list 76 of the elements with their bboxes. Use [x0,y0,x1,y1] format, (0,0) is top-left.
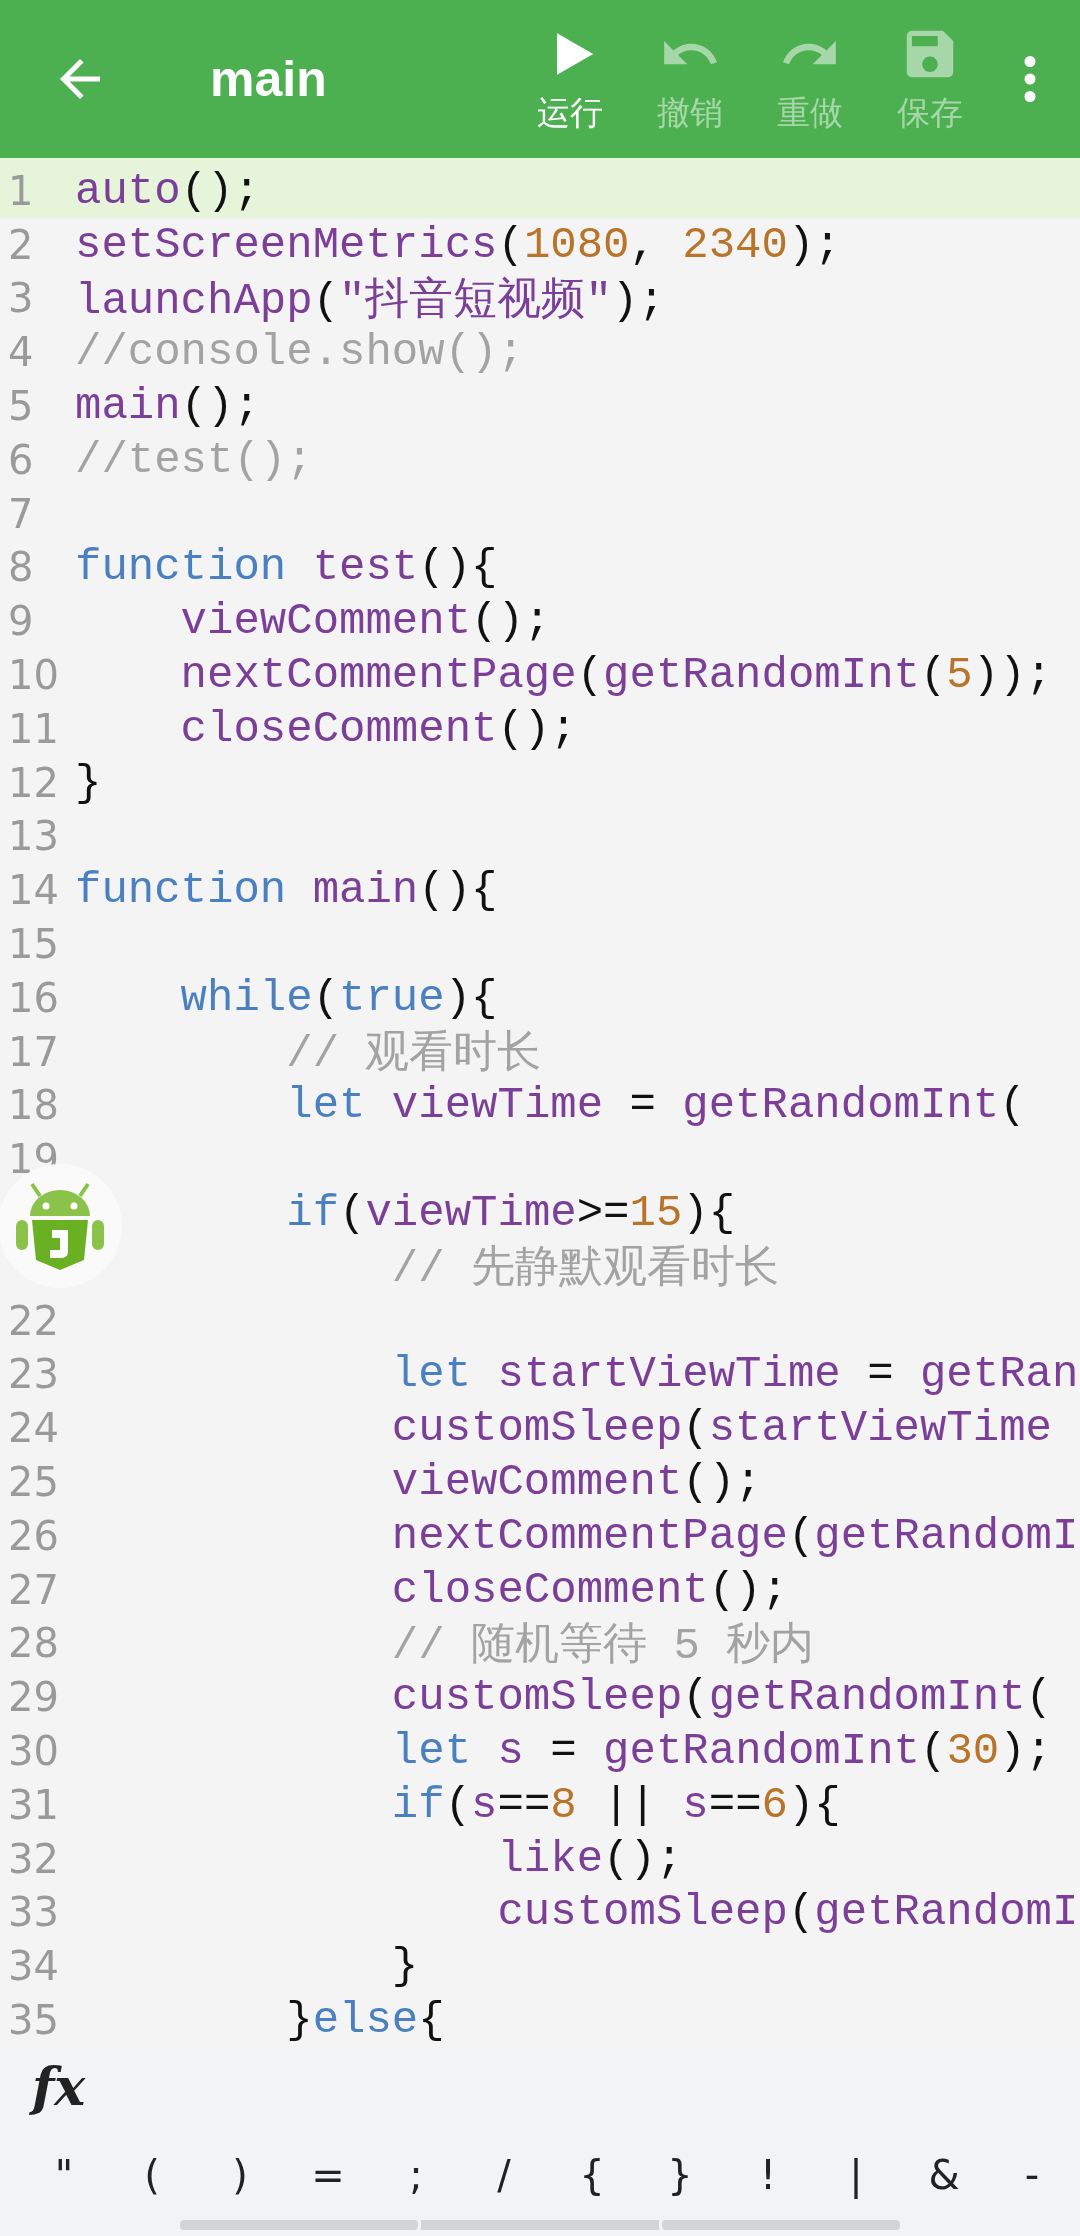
line-number: 8 [7,544,35,591]
code-text: main(); [75,381,260,432]
line-number: 12 [7,759,60,806]
symbol-key[interactable]: } [636,2152,724,2198]
code-text: customSleep(getRandomInt( [390,1672,1052,1723]
line-number: 31 [7,1781,60,1828]
code-text: // 随机等待 5 秒内 [390,1619,815,1673]
code-text: function test(){ [75,542,498,593]
line-number: 35 [7,1997,60,2043]
line-number: 13 [7,813,60,860]
line-number: 34 [7,1943,60,1990]
symbol-key[interactable]: { [548,2152,636,2198]
symbol-key[interactable]: ) [196,2152,284,2198]
line-number: 9 [7,598,35,645]
line-number: 6 [7,436,35,483]
symbol-key[interactable]: " [20,2152,108,2198]
code-text: let viewTime = getRandomInt( [285,1080,1026,1131]
line-number: 24 [7,1405,60,1452]
code-text: viewComment(); [390,1457,762,1507]
code-text: customSleep(getRandomI [496,1887,1079,1938]
code-text: like(); [496,1833,683,1884]
code-text: // 观看时长 [285,1028,542,1082]
code-text: //test(); [75,434,313,485]
code-text: // 先静默观看时长 [390,1243,780,1297]
line-number: 18 [7,1082,60,1129]
line-number: 2 [7,221,35,268]
code-text: launchApp("抖音短视频"); [75,275,665,328]
line-number: 10 [7,652,60,699]
code-text: }else{ [285,1995,445,2045]
line-number: 3 [7,275,35,322]
line-number: 11 [7,705,60,752]
code-text: } [75,757,102,808]
line-number: 26 [7,1512,60,1559]
code-text: } [390,1941,419,1992]
code-text: closeComment(); [390,1564,788,1615]
function-button[interactable]: fx [28,2056,90,2117]
code-text: //console.show(); [75,327,524,378]
code-text: nextCommentPage(getRandomInt(5)); [179,650,1052,701]
line-number: 7 [7,490,35,537]
code-text: customSleep(startViewTime [390,1403,1052,1454]
code-text: closeComment(); [179,703,577,754]
code-text: setScreenMetrics(1080, 2340); [75,219,841,270]
symbol-key[interactable]: & [900,2152,988,2198]
code-text: viewComment(); [179,596,551,647]
line-number: 30 [7,1728,60,1774]
line-number: 15 [7,921,60,968]
code-text: nextCommentPage(getRandomI [390,1510,1079,1561]
line-number: 5 [7,383,35,430]
code-text: let s = getRandomInt(30); [390,1726,1052,1776]
line-number: 14 [7,867,60,914]
symbol-key[interactable]: ; [372,2152,460,2198]
symbol-key[interactable]: / [460,2152,548,2198]
line-number: 4 [7,329,35,376]
line-number: 29 [7,1674,60,1721]
line-number: 32 [7,1835,60,1882]
line-number: 1 [7,167,35,214]
code-text: auto(); [75,165,260,216]
code-text: if(s==8 || s==6){ [390,1779,841,1830]
code-text: if(viewTime>=15){ [285,1188,736,1239]
line-number: 16 [7,974,60,1021]
line-number: 23 [7,1351,60,1398]
line-number: 28 [7,1620,60,1667]
file-title: main [210,50,328,108]
symbol-key[interactable]: = [284,2152,372,2198]
line-number: 22 [7,1297,60,1344]
symbol-key[interactable]: - [988,2152,1076,2198]
code-text: function main(){ [75,865,498,916]
code-text: while(true){ [179,972,498,1023]
symbol-key[interactable]: ( [108,2152,196,2198]
line-number: 27 [7,1566,60,1613]
line-number: 25 [7,1459,60,1505]
line-number: 33 [7,1889,60,1936]
symbol-key[interactable]: | [812,2152,900,2198]
code-text: let startViewTime = getRan [390,1349,1079,1400]
line-number: 17 [7,1028,60,1075]
symbol-key[interactable]: ! [724,2152,812,2198]
